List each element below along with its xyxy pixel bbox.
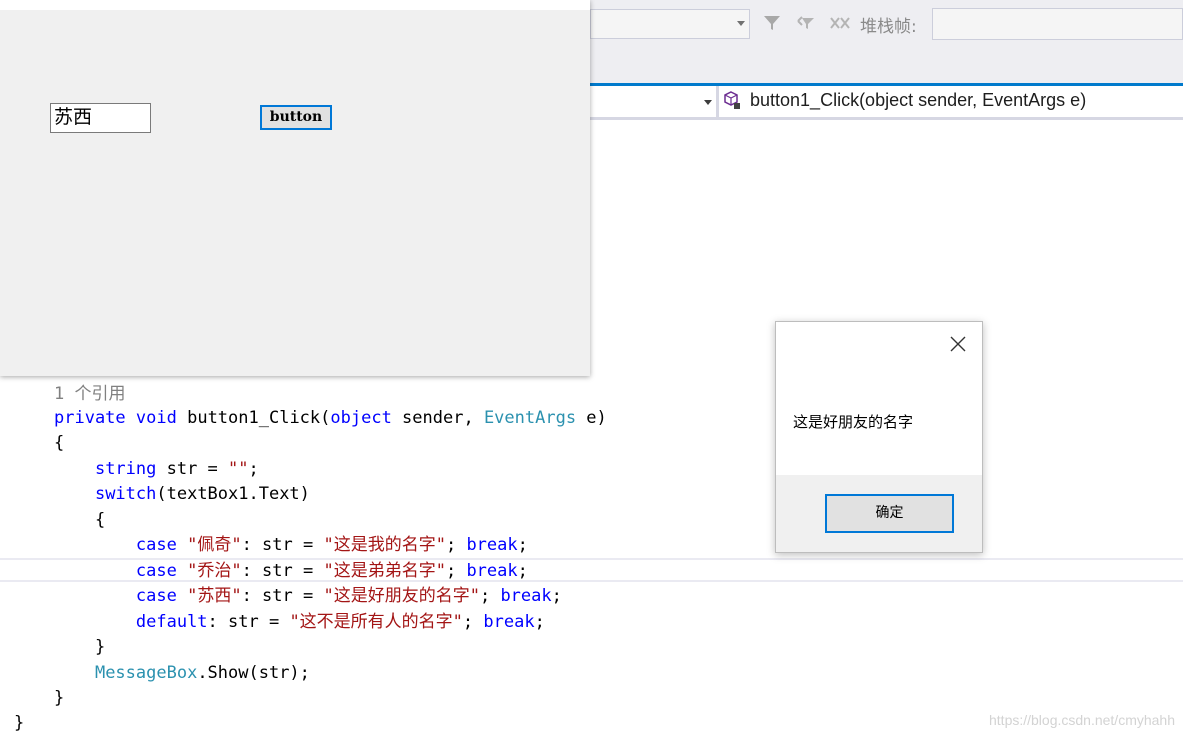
code-token: break	[466, 561, 518, 581]
code-token: : str =	[241, 535, 324, 555]
code-line: default: str = "这不是所有人的名字"; break;	[54, 610, 545, 634]
code-token: ;	[551, 586, 562, 606]
code-token: string	[94, 459, 157, 479]
method-icon	[723, 90, 741, 110]
code-token: MessageBox	[94, 663, 198, 683]
filter-back-icon[interactable]	[796, 13, 816, 33]
code-token: case	[135, 586, 177, 606]
code-token: ;	[462, 612, 484, 632]
code-token: sender,	[391, 408, 484, 428]
stack-frame-label: 堆栈帧:	[860, 17, 917, 37]
code-line: }	[54, 635, 105, 659]
code-token: break	[483, 612, 535, 632]
code-token: button1_Click(	[176, 408, 331, 428]
code-line: {	[54, 431, 64, 455]
code-references[interactable]: 1 个引用	[54, 382, 125, 406]
code-token: ;	[445, 561, 467, 581]
code-editor[interactable]: 1 个引用 private void button1_Click(object …	[0, 380, 1183, 737]
code-token: ;	[534, 612, 545, 632]
code-line: MessageBox.Show(str);	[54, 661, 310, 685]
code-token: ;	[517, 535, 528, 555]
code-token: ;	[248, 459, 259, 479]
code-line: }	[14, 711, 24, 735]
code-token: "这不是所有人的名字"	[289, 612, 463, 632]
code-token: : str =	[207, 612, 290, 632]
watermark: https://blog.csdn.net/cmyhahh	[989, 712, 1175, 728]
close-icon[interactable]	[948, 334, 968, 354]
nav-class-combo[interactable]	[590, 89, 716, 115]
code-token: ;	[445, 535, 467, 555]
code-token: "这是我的名字"	[323, 535, 446, 555]
message-footer: 确定	[776, 475, 982, 552]
code-line: case "佩奇": str = "这是我的名字"; break;	[54, 533, 528, 557]
code-token: "佩奇"	[187, 535, 242, 555]
ok-button[interactable]: 确定	[825, 494, 954, 533]
code-line: case "乔治": str = "这是弟弟名字"; break;	[54, 559, 528, 583]
code-token: }	[54, 688, 65, 708]
code-token: "这是弟弟名字"	[323, 561, 446, 581]
code-token: case	[135, 535, 177, 555]
nav-method-combo[interactable]: button1_Click(object sender, EventArgs e…	[750, 90, 1086, 111]
message-box: 这是好朋友的名字 确定	[775, 321, 983, 553]
code-line: switch(textBox1.Text)	[54, 482, 310, 506]
code-token: }	[54, 637, 106, 657]
nav-divider	[716, 86, 719, 117]
code-token: e)	[576, 408, 607, 428]
code-token: "这是好朋友的名字"	[323, 586, 480, 606]
form-button[interactable]: button	[260, 105, 332, 130]
code-token: : str =	[241, 561, 324, 581]
code-token: {	[54, 510, 106, 530]
code-token: "乔治"	[187, 561, 242, 581]
code-line: string str = "";	[54, 457, 259, 481]
code-token: }	[14, 713, 25, 733]
thread-swap-icon[interactable]	[829, 13, 850, 33]
code-token: object	[330, 408, 392, 428]
chevron-down-icon	[737, 21, 745, 26]
code-line: }	[54, 686, 64, 710]
debug-location-combo[interactable]	[590, 9, 750, 39]
code-token: {	[54, 433, 65, 453]
code-token: break	[500, 586, 552, 606]
form-window: 苏西 button	[0, 0, 590, 376]
code-token: .Show(str);	[197, 663, 310, 683]
code-token: "苏西"	[187, 586, 242, 606]
code-token: default	[135, 612, 208, 632]
code-token: break	[466, 535, 518, 555]
code-token: EventArgs	[483, 408, 577, 428]
code-token: ;	[479, 586, 501, 606]
code-token: private	[54, 408, 126, 428]
code-token: str =	[156, 459, 229, 479]
code-token: ""	[228, 459, 249, 479]
code-token: void	[135, 408, 177, 428]
code-token: ;	[517, 561, 528, 581]
code-token: switch	[94, 484, 157, 504]
chevron-down-icon	[704, 100, 712, 105]
form-title-bar	[0, 0, 590, 10]
code-token: (textBox1.Text)	[156, 484, 310, 504]
message-text: 这是好朋友的名字	[793, 413, 914, 431]
filter-icon[interactable]	[762, 13, 782, 33]
code-line: private void button1_Click(object sender…	[54, 406, 607, 430]
code-line: case "苏西": str = "这是好朋友的名字"; break;	[54, 584, 562, 608]
code-line: {	[54, 508, 105, 532]
code-token: case	[135, 561, 177, 581]
name-textbox[interactable]: 苏西	[50, 103, 151, 133]
stack-frame-combo[interactable]	[932, 8, 1183, 40]
code-token: : str =	[241, 586, 324, 606]
